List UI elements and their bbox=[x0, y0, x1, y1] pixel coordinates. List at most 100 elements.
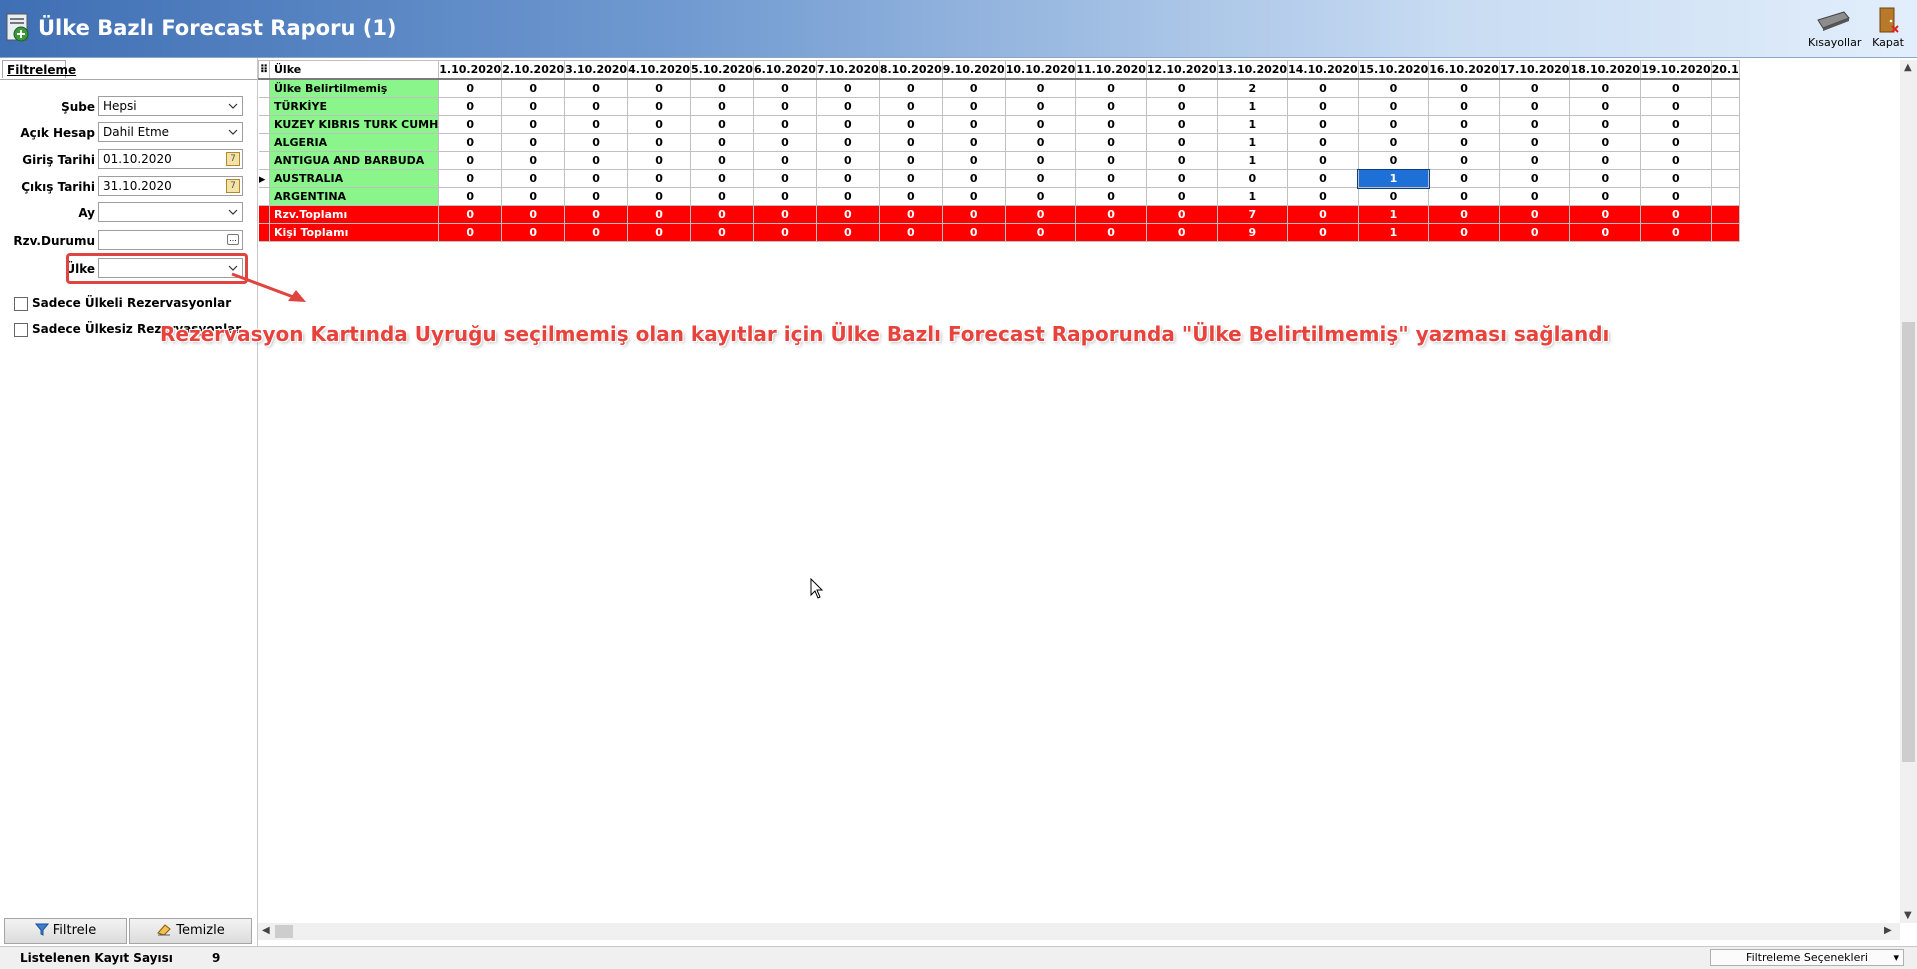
header-date[interactable]: 20.1 bbox=[1710, 60, 1740, 80]
value-cell[interactable]: 0 bbox=[1145, 223, 1218, 242]
value-cell[interactable]: 0 bbox=[815, 97, 880, 116]
value-cell[interactable]: 0 bbox=[1640, 169, 1712, 188]
value-cell[interactable]: 2 bbox=[1216, 78, 1289, 98]
value-cell[interactable]: 0 bbox=[1640, 223, 1712, 242]
value-cell[interactable]: 0 bbox=[941, 133, 1006, 152]
value-cell[interactable]: 0 bbox=[815, 169, 880, 188]
country-cell[interactable]: ANTIGUA AND BARBUDA bbox=[268, 151, 440, 170]
value-cell[interactable] bbox=[1710, 151, 1740, 170]
value-cell[interactable]: 0 bbox=[690, 223, 754, 242]
horizontal-scroll-thumb[interactable] bbox=[275, 925, 293, 938]
value-cell[interactable]: 0 bbox=[438, 205, 503, 224]
value-cell[interactable]: 0 bbox=[1428, 151, 1500, 170]
header-date[interactable]: 1.10.2020 bbox=[438, 60, 503, 80]
value-cell[interactable]: 0 bbox=[752, 97, 817, 116]
value-cell[interactable]: 0 bbox=[1287, 169, 1359, 188]
ellipsis-icon[interactable]: ... bbox=[227, 234, 239, 245]
value-cell[interactable]: 0 bbox=[1428, 169, 1500, 188]
value-cell[interactable]: 1 bbox=[1216, 133, 1289, 152]
value-cell[interactable]: 0 bbox=[752, 187, 817, 206]
shortcuts-button[interactable]: Kısayollar bbox=[1808, 6, 1861, 49]
header-date[interactable]: 18.10.2020 bbox=[1569, 60, 1642, 80]
value-cell[interactable]: 0 bbox=[690, 133, 754, 152]
value-cell[interactable]: 0 bbox=[878, 115, 943, 134]
row-indicator[interactable] bbox=[258, 133, 270, 152]
value-cell[interactable] bbox=[1710, 205, 1740, 224]
value-cell[interactable]: 0 bbox=[1004, 97, 1077, 116]
header-date[interactable]: 3.10.2020 bbox=[564, 60, 629, 80]
value-cell[interactable]: 0 bbox=[1640, 78, 1712, 98]
value-cell[interactable]: 1 bbox=[1357, 205, 1430, 224]
value-cell[interactable] bbox=[1710, 115, 1740, 134]
value-cell[interactable]: 0 bbox=[1498, 223, 1571, 242]
value-cell[interactable]: 0 bbox=[1428, 78, 1500, 98]
value-cell[interactable]: 0 bbox=[1075, 169, 1147, 188]
scroll-down-icon[interactable]: ▼ bbox=[1904, 910, 1912, 921]
value-cell[interactable]: 0 bbox=[690, 78, 754, 98]
value-cell[interactable]: 0 bbox=[1428, 133, 1500, 152]
value-cell[interactable]: 0 bbox=[438, 78, 503, 98]
table-row[interactable]: Ülke Belirtilmemiş 0 0 0 0 0 0 0 0 0 0 0 0 2 0 0 0 0 0 0 bbox=[258, 78, 1740, 98]
value-cell[interactable]: 0 bbox=[1287, 115, 1359, 134]
value-cell[interactable]: 0 bbox=[1569, 205, 1642, 224]
country-cell[interactable]: ALGERIA bbox=[268, 133, 440, 152]
value-cell[interactable]: 0 bbox=[1498, 205, 1571, 224]
country-cell[interactable]: ARGENTINA bbox=[268, 187, 440, 206]
value-cell[interactable]: 0 bbox=[690, 97, 754, 116]
table-row[interactable]: ANTIGUA AND BARBUDA 0 0 0 0 0 0 0 0 0 0 0 0 1 0 0 0 0 0 0 bbox=[258, 151, 1740, 170]
header-date[interactable]: 10.10.2020 bbox=[1004, 60, 1077, 80]
value-cell[interactable]: 0 bbox=[815, 115, 880, 134]
value-cell[interactable]: 0 bbox=[1004, 151, 1077, 170]
value-cell[interactable]: 0 bbox=[815, 133, 880, 152]
header-date[interactable]: 9.10.2020 bbox=[941, 60, 1006, 80]
value-cell[interactable]: 0 bbox=[1498, 78, 1571, 98]
tab-filtreleme[interactable]: Filtreleme bbox=[2, 60, 76, 78]
value-cell[interactable]: 0 bbox=[752, 169, 817, 188]
value-cell[interactable]: 9 bbox=[1216, 223, 1289, 242]
row-indicator[interactable] bbox=[258, 223, 270, 242]
value-cell[interactable]: 0 bbox=[1357, 115, 1430, 134]
value-cell[interactable]: 0 bbox=[690, 187, 754, 206]
value-cell[interactable]: 0 bbox=[1145, 187, 1218, 206]
value-cell[interactable]: 0 bbox=[1287, 97, 1359, 116]
header-date[interactable]: 8.10.2020 bbox=[878, 60, 943, 80]
value-cell[interactable]: 0 bbox=[815, 187, 880, 206]
value-cell[interactable]: 0 bbox=[690, 169, 754, 188]
value-cell[interactable]: 0 bbox=[564, 133, 629, 152]
value-cell[interactable]: 0 bbox=[1287, 187, 1359, 206]
value-cell[interactable]: 0 bbox=[1287, 133, 1359, 152]
value-cell[interactable]: 0 bbox=[690, 115, 754, 134]
value-cell[interactable] bbox=[1710, 133, 1740, 152]
value-cell[interactable]: 0 bbox=[1287, 78, 1359, 98]
value-cell[interactable]: 0 bbox=[564, 78, 629, 98]
value-cell[interactable]: 1 bbox=[1357, 168, 1430, 189]
value-cell[interactable]: 0 bbox=[564, 97, 629, 116]
value-cell[interactable]: 0 bbox=[1075, 78, 1147, 98]
close-button[interactable]: Kapat bbox=[1870, 6, 1906, 49]
value-cell[interactable]: 0 bbox=[815, 223, 880, 242]
value-cell[interactable]: 0 bbox=[1357, 97, 1430, 116]
value-cell[interactable] bbox=[1710, 187, 1740, 206]
value-cell[interactable]: 0 bbox=[564, 115, 629, 134]
value-cell[interactable]: 0 bbox=[878, 78, 943, 98]
header-ulke[interactable]: Ülke bbox=[268, 60, 440, 80]
value-cell[interactable]: 0 bbox=[501, 205, 566, 224]
value-cell[interactable]: 0 bbox=[690, 151, 754, 170]
value-cell[interactable]: 0 bbox=[1075, 133, 1147, 152]
header-date[interactable]: 14.10.2020 bbox=[1287, 60, 1359, 80]
vertical-scrollbar[interactable]: ▲ ▼ bbox=[1900, 60, 1917, 923]
value-cell[interactable]: 0 bbox=[1287, 151, 1359, 170]
value-cell[interactable]: 1 bbox=[1216, 97, 1289, 116]
value-cell[interactable]: 0 bbox=[815, 205, 880, 224]
value-cell[interactable]: 0 bbox=[1640, 97, 1712, 116]
value-cell[interactable]: 0 bbox=[1498, 151, 1571, 170]
scroll-left-icon[interactable]: ◀ bbox=[262, 925, 270, 936]
value-cell[interactable]: 0 bbox=[627, 187, 692, 206]
row-indicator[interactable] bbox=[258, 97, 270, 116]
header-date[interactable]: 6.10.2020 bbox=[752, 60, 817, 80]
scroll-right-icon[interactable]: ▶ bbox=[1884, 925, 1892, 936]
value-cell[interactable]: 0 bbox=[1004, 169, 1077, 188]
value-cell[interactable]: 0 bbox=[1004, 205, 1077, 224]
table-row[interactable]: ALGERIA 0 0 0 0 0 0 0 0 0 0 0 0 1 0 0 0 0 0 0 bbox=[258, 133, 1740, 152]
value-cell[interactable]: 0 bbox=[1075, 187, 1147, 206]
